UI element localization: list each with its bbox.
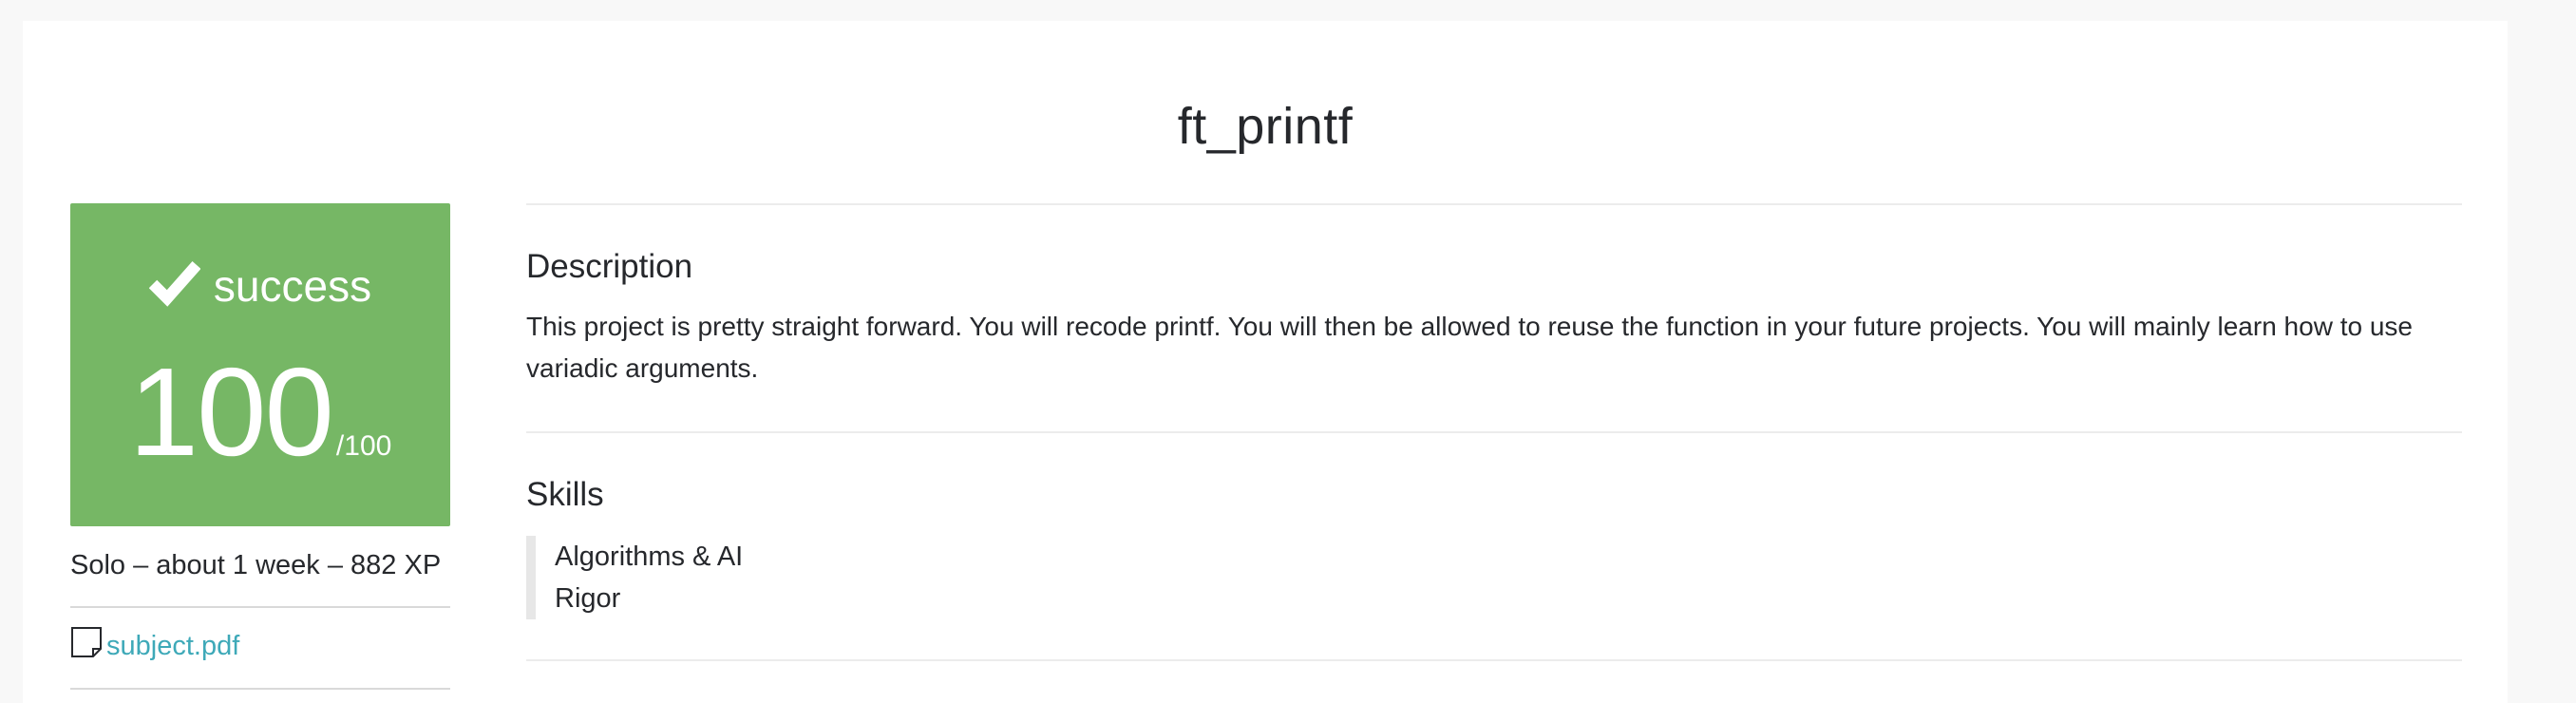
main-divider-middle [526,431,2462,433]
side-divider-top [70,606,450,608]
score-row: 100 /100 [70,346,450,479]
status-label: success [213,261,372,311]
main-divider-top [526,203,2462,205]
project-meta: Solo – about 1 week – 882 XP [70,550,442,580]
score-value: 100 [128,342,334,482]
attachment-row[interactable]: subject.pdf [70,625,239,667]
description-heading: Description [526,248,693,285]
score-box: success 100 /100 [70,203,450,526]
file-icon [71,627,102,657]
check-icon [148,261,200,307]
status-row: success [70,253,450,319]
skills-list: Algorithms & AI Rigor [526,536,743,619]
skills-heading: Skills [526,476,604,513]
subject-pdf-link[interactable]: subject.pdf [106,625,239,667]
description-text: This project is pretty straight forward.… [526,312,2413,383]
skill-item-algorithms-ai: Algorithms & AI [555,542,744,572]
skill-item-rigor: Rigor [555,583,621,614]
page-title: ft_printf [1177,98,1354,155]
main-divider-bottom [526,659,2462,661]
score-max: /100 [335,430,392,462]
side-divider-bottom [70,688,450,690]
